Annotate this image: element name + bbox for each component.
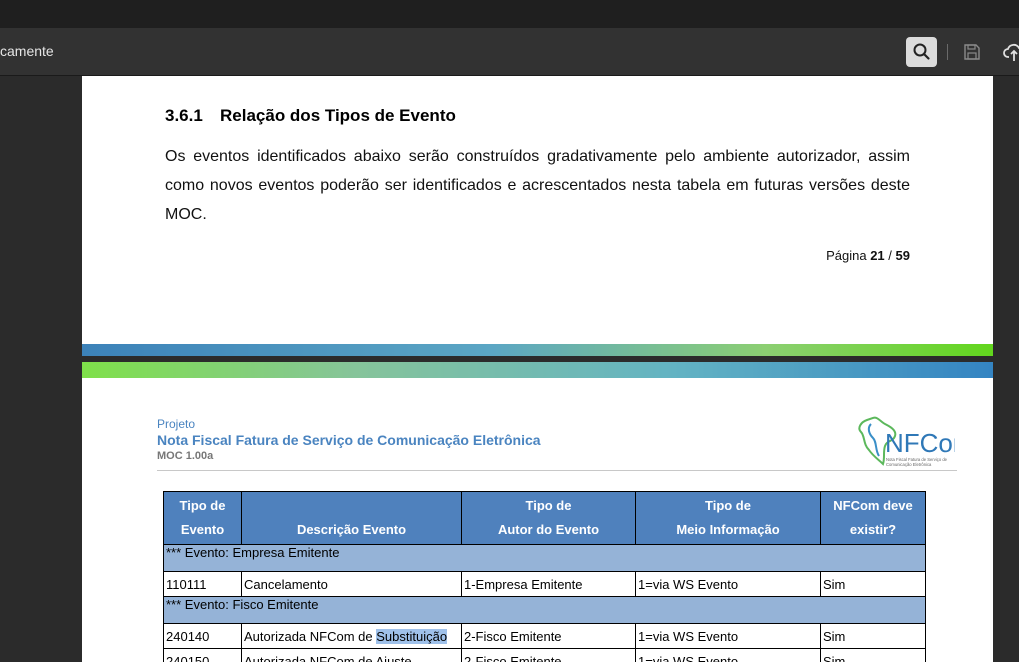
save-button[interactable] xyxy=(963,43,981,61)
cell-meio: 1=via WS Evento xyxy=(635,623,821,649)
upload-icon xyxy=(1003,43,1019,61)
page-number: Página 21 / 59 xyxy=(826,248,910,263)
document-title: camente xyxy=(0,43,54,59)
section-empresa-emitente: *** Evento: Empresa Emitente xyxy=(163,544,926,572)
header-divider xyxy=(157,470,957,471)
logo-subtext-2: Comunicação Eletrônica xyxy=(886,462,932,467)
page-label: Página xyxy=(826,248,867,263)
nfcom-logo: NFCom Nota Fiscal Fatura de Serviço de C… xyxy=(858,416,955,467)
window-top-strip xyxy=(0,0,1019,28)
body-paragraph: Os eventos identificados abaixo serão co… xyxy=(165,148,910,223)
header-autor: Tipo de Autor do Evento xyxy=(461,491,636,545)
cell-codigo: 240150 xyxy=(163,648,242,662)
project-label: Projeto xyxy=(157,417,196,431)
viewer-toolbar: camente xyxy=(0,28,1019,76)
cell-existir: Sim xyxy=(820,623,926,649)
cell-meio: 1=via WS Evento xyxy=(635,648,821,662)
document-viewer[interactable]: 3.6.1 Relação dos Tipos de Evento Os even… xyxy=(0,76,1019,662)
search-icon xyxy=(913,43,930,60)
pdf-page-22: Projeto Nota Fiscal Fatura de Serviço de… xyxy=(82,362,993,662)
page-current: 21 xyxy=(870,248,885,263)
table-header-row: Tipo de Evento Descrição Evento Tipo de Au… xyxy=(163,491,926,545)
footer-gradient-bar xyxy=(82,344,993,356)
cell-meio: 1=via WS Evento xyxy=(635,571,821,597)
document-version: MOC 1.00a xyxy=(157,450,214,462)
event-types-table: Tipo de Evento Descrição Evento Tipo de Au… xyxy=(163,491,926,662)
header-meio: Tipo de Meio Informação xyxy=(635,491,821,545)
page-separator: / xyxy=(888,248,892,263)
logo-text: NFCom xyxy=(885,428,955,458)
header-gradient-bar xyxy=(82,362,993,378)
header-descricao: Descrição Evento xyxy=(241,491,462,545)
section-title: Relação dos Tipos de Evento xyxy=(220,106,456,125)
pdf-page-21: 3.6.1 Relação dos Tipos de Evento Os even… xyxy=(82,76,993,356)
table-row: 240150 Autorizada NFCom de Ajuste 2-Fisc… xyxy=(163,648,926,662)
table-section-row: *** Evento: Empresa Emitente xyxy=(163,544,926,572)
cell-descricao: Cancelamento xyxy=(241,571,462,597)
cell-existir: Sim xyxy=(820,571,926,597)
cell-descricao: Autorizada NFCom de Substituição xyxy=(241,623,462,649)
cell-descricao: Autorizada NFCom de Ajuste xyxy=(241,648,462,662)
table-row: 110111 Cancelamento 1-Empresa Emitente 1… xyxy=(163,571,926,597)
project-name: Nota Fiscal Fatura de Serviço de Comunic… xyxy=(157,432,541,448)
upload-button[interactable] xyxy=(1003,42,1019,62)
toolbar-divider xyxy=(947,44,948,60)
section-number: 3.6.1 xyxy=(165,106,203,125)
cell-autor: 2-Fisco Emitente xyxy=(461,648,636,662)
header-nfcom-existir: NFCom deve existir? xyxy=(820,491,926,545)
cell-codigo: 240140 xyxy=(163,623,242,649)
search-button[interactable] xyxy=(906,37,937,67)
cell-descricao-text: Autorizada NFCom de xyxy=(244,628,377,644)
table-row: 240140 Autorizada NFCom de Substituição … xyxy=(163,623,926,649)
cell-autor: 2-Fisco Emitente xyxy=(461,623,636,649)
page-total: 59 xyxy=(895,248,910,263)
header-tipo-evento: Tipo de Evento xyxy=(163,491,242,545)
cell-codigo: 110111 xyxy=(163,571,242,597)
save-icon xyxy=(964,44,980,60)
selected-text: Substituição xyxy=(376,628,448,644)
section-heading: 3.6.1 Relação dos Tipos de Evento xyxy=(165,106,456,126)
table-section-row: *** Evento: Fisco Emitente xyxy=(163,596,926,624)
section-fisco-emitente: *** Evento: Fisco Emitente xyxy=(163,596,926,624)
cell-existir: Sim xyxy=(820,648,926,662)
cell-autor: 1-Empresa Emitente xyxy=(461,571,636,597)
